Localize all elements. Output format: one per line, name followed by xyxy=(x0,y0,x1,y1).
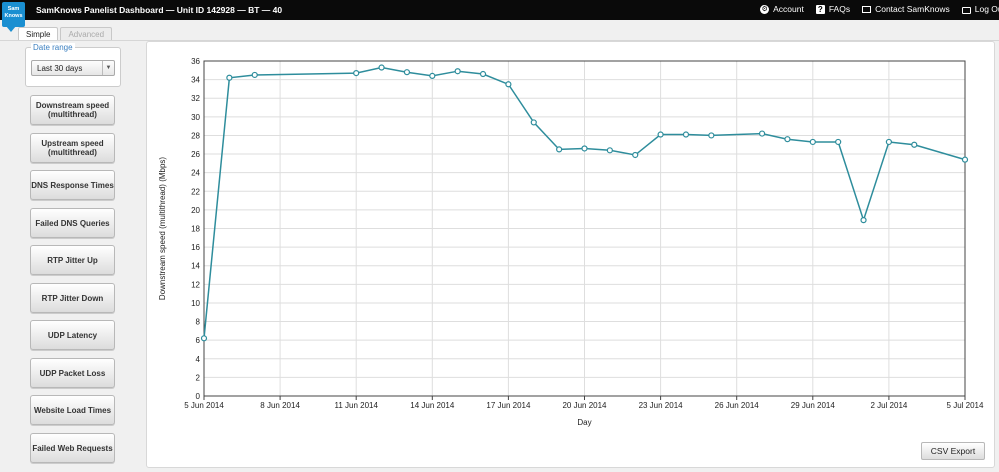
data-point xyxy=(784,136,791,143)
metric-web-load-button[interactable]: Website Load Times xyxy=(30,395,115,425)
data-point xyxy=(758,130,766,137)
logout-link-label: Log Out xyxy=(974,4,999,14)
chart-panel: 0 2 4 6 8 10 12 14 16 18 20 22 24 26 28 30 32 34 36 5 Jun 2… xyxy=(146,41,995,468)
x-tick-label: 2 Jul 2014 xyxy=(870,401,907,410)
logout-link[interactable]: Log Out xyxy=(961,4,999,14)
y-tick-label: 0 xyxy=(196,392,201,401)
data-point xyxy=(403,69,411,76)
account-link[interactable]: ⚙ Account xyxy=(760,4,804,14)
lock-icon xyxy=(961,6,971,14)
csv-export-button[interactable]: CSV Export xyxy=(921,442,985,460)
y-tick-label: 8 xyxy=(196,318,201,327)
x-tick-label: 14 Jun 2014 xyxy=(410,401,455,410)
y-tick-label: 36 xyxy=(191,57,200,66)
metric-dns-response-button[interactable]: DNS Response Times xyxy=(30,170,115,200)
data-point xyxy=(429,72,436,79)
y-tick-label: 18 xyxy=(191,225,200,234)
tab-advanced[interactable]: Advanced xyxy=(60,27,113,40)
data-point xyxy=(530,119,537,126)
data-point xyxy=(961,156,969,163)
data-point xyxy=(353,69,360,77)
x-tick-label: 29 Jun 2014 xyxy=(791,401,836,410)
account-link-label: Account xyxy=(773,4,804,14)
data-point xyxy=(632,151,639,159)
data-point xyxy=(657,131,664,138)
x-tick-label: 26 Jun 2014 xyxy=(715,401,760,410)
question-icon: ? xyxy=(815,4,825,14)
envelope-icon xyxy=(862,5,872,13)
y-tick-label: 32 xyxy=(191,94,200,103)
data-point xyxy=(708,132,715,139)
y-tick-label: 28 xyxy=(191,131,200,140)
y-tick-label: 14 xyxy=(191,262,200,271)
date-range-box: Date range Last 30 days ▼ xyxy=(25,43,121,87)
metric-failed-dns-button[interactable]: Failed DNS Queries xyxy=(30,208,115,238)
date-range-label: Date range xyxy=(31,43,75,52)
tab-simple[interactable]: Simple xyxy=(18,27,59,41)
metric-failed-web-button[interactable]: Failed Web Requests xyxy=(30,433,115,463)
y-tick-label: 2 xyxy=(196,373,201,382)
top-bar: SamKnows Panelist Dashboard — Unit ID 14… xyxy=(0,0,999,20)
y-tick-label: 10 xyxy=(191,299,200,308)
samknows-logo: Sam Knows xyxy=(2,2,25,32)
metric-upstream-button[interactable]: Upstream speed (multithread) xyxy=(30,133,115,163)
metric-jitter-up-button[interactable]: RTP Jitter Up xyxy=(30,245,115,275)
sidebar: Date range Last 30 days ▼ Downstream spe… xyxy=(18,41,138,472)
data-point xyxy=(479,70,487,78)
data-point xyxy=(556,146,563,153)
data-point xyxy=(682,131,690,138)
x-tick-label: 17 Jun 2014 xyxy=(486,401,531,410)
data-point xyxy=(606,147,613,154)
faqs-link-label: FAQs xyxy=(828,4,851,14)
y-tick-label: 4 xyxy=(196,355,201,364)
metric-udp-latency-button[interactable]: UDP Latency xyxy=(30,320,115,350)
data-point xyxy=(860,217,867,224)
data-point xyxy=(378,64,385,71)
speed-chart: 0246810121416182022242628303234365 Jun 2… xyxy=(158,57,984,427)
faqs-link[interactable]: ? FAQs xyxy=(815,4,851,14)
y-tick-label: 34 xyxy=(191,76,200,85)
contact-link[interactable]: Contact SamKnows xyxy=(862,4,950,14)
metric-downstream-button[interactable]: Downstream speed (multithread) xyxy=(30,95,115,125)
x-tick-label: 8 Jun 2014 xyxy=(260,401,300,410)
x-tick-label: 20 Jun 2014 xyxy=(562,401,607,410)
data-point xyxy=(809,138,816,146)
data-point xyxy=(505,81,512,88)
date-range-select[interactable]: Last 30 days ▼ xyxy=(31,60,115,76)
y-tick-label: 24 xyxy=(191,169,200,178)
y-axis-title: Downstream speed (multithread) (Mbps) xyxy=(158,157,167,300)
x-tick-label: 23 Jun 2014 xyxy=(639,401,684,410)
data-point xyxy=(835,138,842,146)
gear-icon: ⚙ xyxy=(760,4,770,14)
metric-udp-loss-button[interactable]: UDP Packet Loss xyxy=(30,358,115,388)
data-point xyxy=(200,335,208,342)
data-point xyxy=(885,138,893,146)
page-title: SamKnows Panelist Dashboard — Unit ID 14… xyxy=(36,5,283,15)
x-tick-label: 11 Jun 2014 xyxy=(334,401,378,410)
y-tick-label: 22 xyxy=(191,187,200,196)
data-point xyxy=(454,68,461,75)
date-range-value: Last 30 days xyxy=(37,64,83,73)
y-tick-label: 30 xyxy=(191,113,200,122)
y-tick-label: 26 xyxy=(191,150,200,159)
view-tabs: Simple Advanced xyxy=(18,27,114,41)
top-nav: ⚙ Account ? FAQs Contact SamKnows Log Ou… xyxy=(760,4,999,14)
y-tick-label: 6 xyxy=(196,336,201,345)
data-point xyxy=(911,141,918,148)
metric-jitter-down-button[interactable]: RTP Jitter Down xyxy=(30,283,115,313)
data-point xyxy=(581,145,588,152)
data-point xyxy=(226,74,233,81)
x-tick-label: 5 Jun 2014 xyxy=(184,401,224,410)
chevron-down-icon: ▼ xyxy=(102,61,114,75)
x-tick-label: 5 Jul 2014 xyxy=(947,401,984,410)
contact-link-label: Contact SamKnows xyxy=(875,4,950,14)
data-point xyxy=(251,71,258,79)
y-tick-label: 12 xyxy=(191,280,200,289)
x-axis-title: Day xyxy=(577,418,591,427)
y-tick-label: 20 xyxy=(191,206,200,215)
y-tick-label: 16 xyxy=(191,243,200,252)
